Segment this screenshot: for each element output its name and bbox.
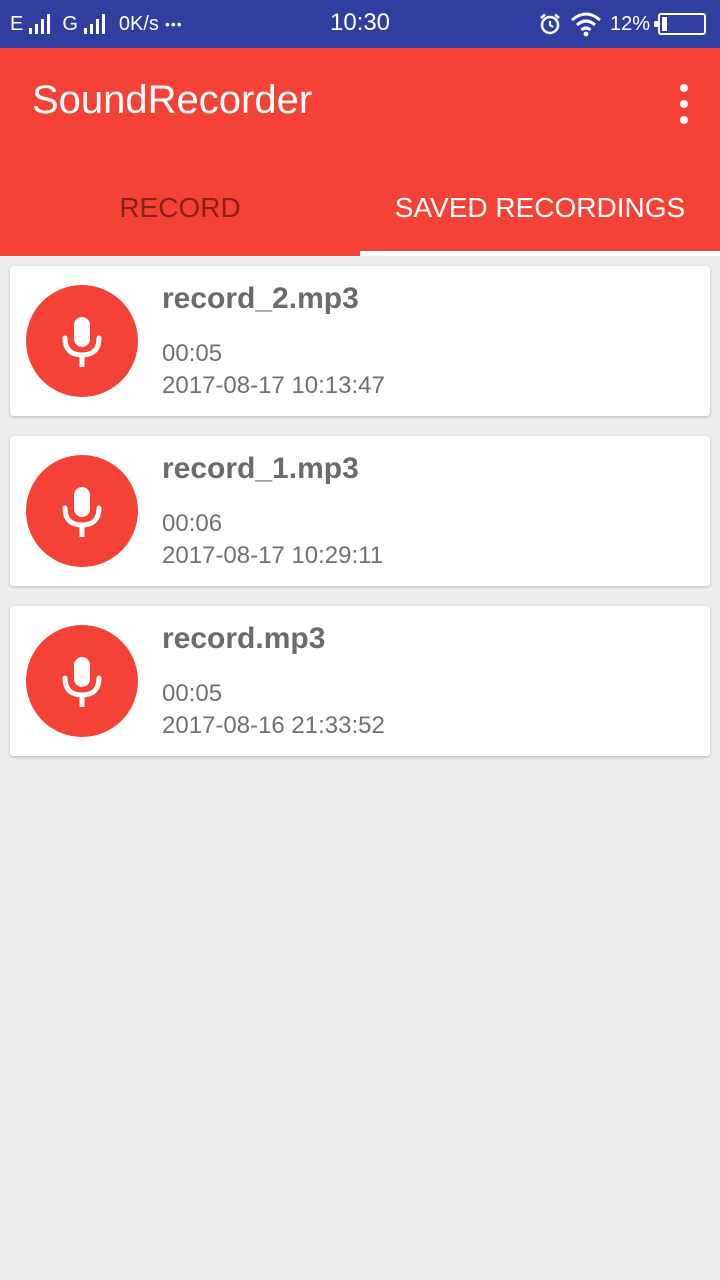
alarm-clock-icon bbox=[540, 13, 560, 35]
tab-record[interactable]: RECORD bbox=[0, 160, 360, 256]
tab-saved-recordings[interactable]: SAVED RECORDINGS bbox=[360, 160, 720, 256]
recording-card[interactable]: record_2.mp3 00:05 2017-08-17 10:13:47 bbox=[10, 266, 710, 416]
recordings-list: record_2.mp3 00:05 2017-08-17 10:13:47 r… bbox=[10, 266, 710, 776]
recording-duration: 00:06 bbox=[162, 510, 223, 537]
recording-name: record_2.mp3 bbox=[162, 282, 359, 315]
recording-date: 2017-08-17 10:29:11 bbox=[162, 542, 384, 569]
status-bar: E G 0K/s ••• 10:30 12% bbox=[0, 0, 720, 48]
wifi-icon bbox=[570, 12, 601, 37]
microphone-icon bbox=[62, 317, 102, 367]
recording-duration: 00:05 bbox=[162, 680, 223, 707]
recording-card[interactable]: record.mp3 00:05 2017-08-16 21:33:52 bbox=[10, 606, 710, 756]
recording-avatar bbox=[26, 625, 138, 737]
recording-date: 2017-08-16 21:33:52 bbox=[162, 712, 385, 739]
recording-card[interactable]: record_1.mp3 00:06 2017-08-17 10:29:11 bbox=[10, 436, 710, 586]
recording-avatar bbox=[26, 455, 138, 567]
recording-duration: 00:05 bbox=[162, 340, 223, 367]
recording-avatar bbox=[26, 285, 138, 397]
tab-bar: RECORD SAVED RECORDINGS bbox=[0, 160, 720, 256]
recording-date: 2017-08-17 10:13:47 bbox=[162, 372, 385, 399]
microphone-icon bbox=[62, 487, 102, 537]
app-title: SoundRecorder bbox=[32, 78, 313, 122]
recording-name: record_1.mp3 bbox=[162, 452, 359, 485]
battery-percent: 12% bbox=[609, 12, 650, 35]
microphone-icon bbox=[62, 657, 102, 707]
status-right: 12% bbox=[538, 0, 706, 48]
more-vert-icon[interactable] bbox=[676, 84, 692, 124]
battery-level bbox=[662, 17, 667, 31]
battery-icon bbox=[654, 13, 706, 35]
recording-name: record.mp3 bbox=[162, 622, 326, 655]
app-bar: SoundRecorder RECORD SAVED RECORDINGS bbox=[0, 48, 720, 256]
